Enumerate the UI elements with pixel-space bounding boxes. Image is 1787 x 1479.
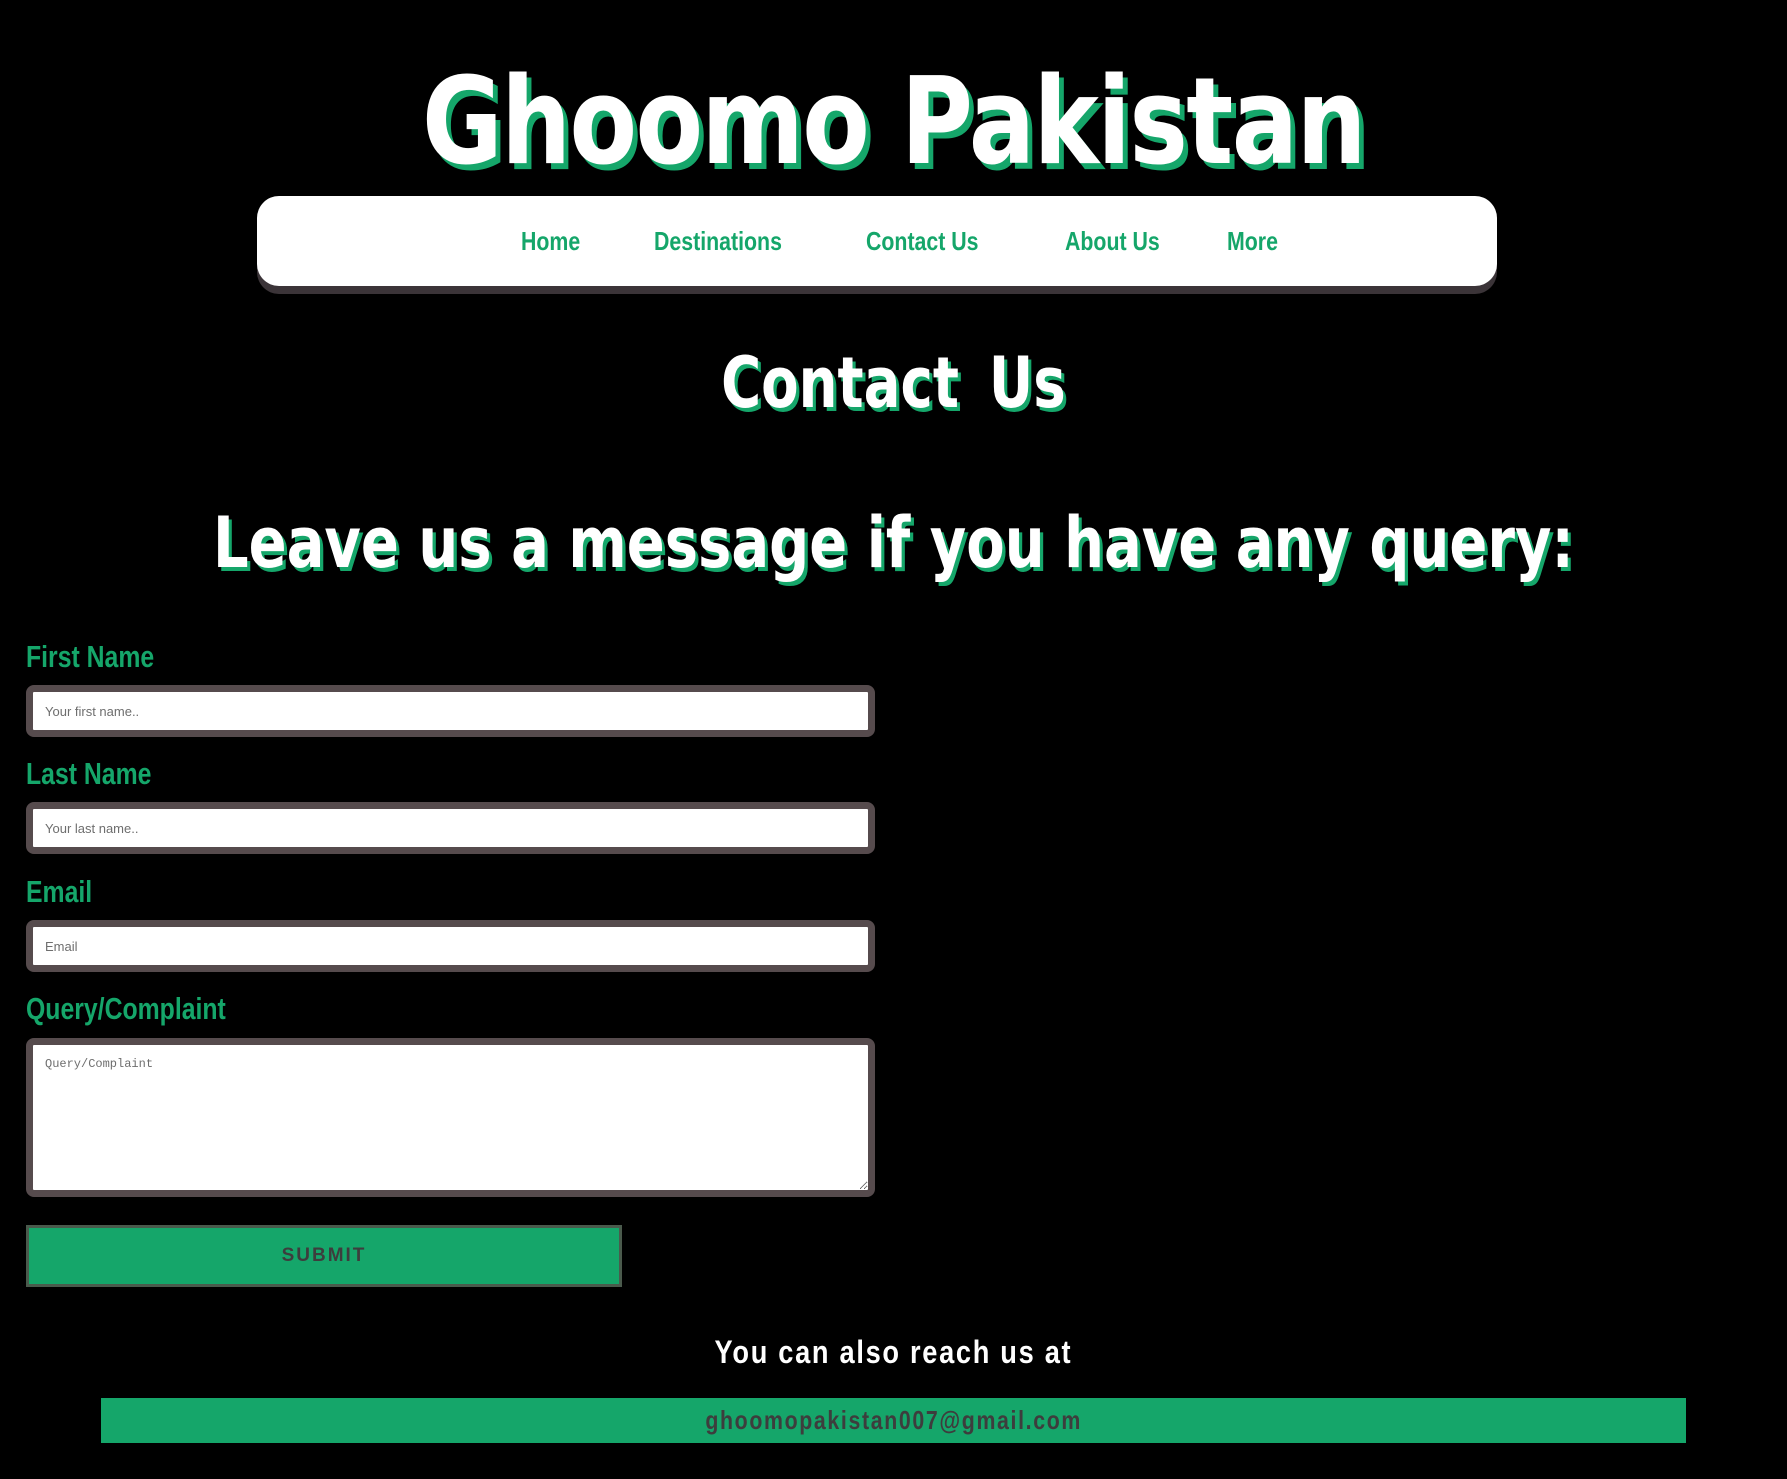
email-input[interactable] bbox=[26, 920, 875, 972]
page-title: Contact Us bbox=[721, 342, 1066, 424]
first-name-label: First Name bbox=[26, 639, 155, 674]
nav-item-home[interactable]: Home bbox=[521, 196, 580, 286]
nav-item-contact-us[interactable]: Contact Us bbox=[866, 196, 979, 286]
reach-us-text: You can also reach us at bbox=[714, 1334, 1073, 1370]
submit-button[interactable]: SUBMIT bbox=[26, 1225, 622, 1287]
last-name-label: Last Name bbox=[26, 756, 152, 791]
contact-email-link[interactable]: ghoomopakistan007@gmail.com bbox=[705, 1398, 1082, 1443]
first-name-input[interactable] bbox=[26, 685, 875, 737]
query-label: Query/Complaint bbox=[26, 991, 226, 1026]
last-name-input[interactable] bbox=[26, 802, 875, 854]
nav-item-about-us[interactable]: About Us bbox=[1065, 196, 1160, 286]
nav-item-more[interactable]: More bbox=[1227, 196, 1278, 286]
main-navbar: Home Destinations Contact Us About Us Mo… bbox=[257, 196, 1497, 286]
email-label: Email bbox=[26, 874, 93, 909]
page-subtitle: Leave us a message if you have any query… bbox=[212, 502, 1574, 584]
query-textarea[interactable] bbox=[26, 1038, 875, 1197]
site-title: Ghoomo Pakistan bbox=[421, 53, 1367, 192]
nav-item-destinations[interactable]: Destinations bbox=[654, 196, 782, 286]
contact-email-bar: ghoomopakistan007@gmail.com bbox=[101, 1398, 1686, 1443]
